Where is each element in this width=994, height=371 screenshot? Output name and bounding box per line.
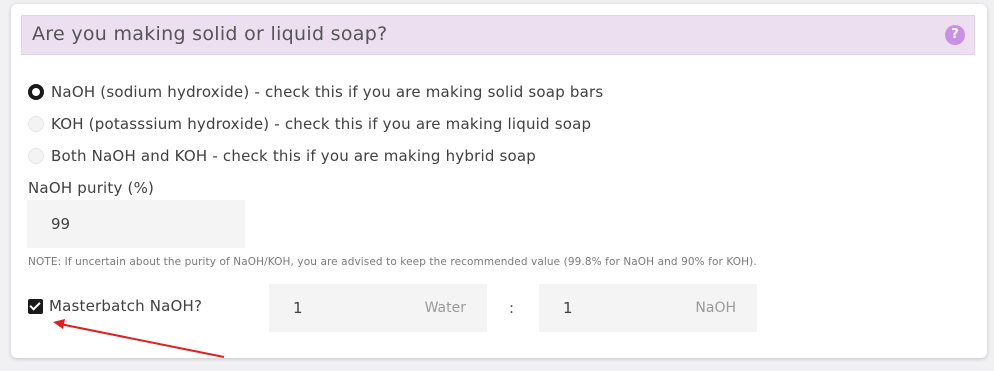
radio-naoh-label: NaOH (sodium hydroxide) - check this if …	[51, 83, 604, 101]
purity-value: 99	[51, 215, 71, 233]
purity-note: NOTE: If uncertain about the purity of N…	[28, 256, 757, 268]
purity-input[interactable]: 99	[27, 200, 245, 248]
masterbatch-label: Masterbatch NaOH?	[49, 297, 203, 315]
radio-both[interactable]	[28, 148, 44, 164]
section-header: Are you making solid or liquid soap? ?	[21, 15, 975, 55]
masterbatch-checkbox[interactable]	[28, 298, 43, 314]
soap-type-card: Are you making solid or liquid soap? ? N…	[11, 4, 987, 358]
ratio-separator: :	[509, 299, 515, 317]
radio-option-koh[interactable]: KOH (potasssium hydroxide) - check this …	[28, 114, 591, 134]
naoh-ratio-value: 1	[563, 299, 573, 317]
radio-koh-label: KOH (potasssium hydroxide) - check this …	[51, 115, 592, 133]
purity-label: NaOH purity (%)	[28, 179, 155, 197]
masterbatch-option[interactable]: Masterbatch NaOH?	[28, 297, 202, 315]
water-ratio-input[interactable]: 1 Water	[269, 284, 487, 332]
naoh-ratio-input[interactable]: 1 NaOH	[539, 284, 757, 332]
water-ratio-value: 1	[293, 299, 303, 317]
radio-both-label: Both NaOH and KOH - check this if you ar…	[51, 147, 537, 165]
radio-option-naoh[interactable]: NaOH (sodium hydroxide) - check this if …	[28, 82, 603, 102]
radio-koh[interactable]	[28, 116, 44, 132]
section-title: Are you making solid or liquid soap?	[32, 23, 388, 45]
help-icon[interactable]: ?	[945, 25, 965, 45]
radio-naoh[interactable]	[28, 84, 44, 100]
radio-option-both[interactable]: Both NaOH and KOH - check this if you ar…	[28, 146, 536, 166]
naoh-unit-label: NaOH	[695, 300, 736, 316]
water-unit-label: Water	[424, 300, 466, 316]
